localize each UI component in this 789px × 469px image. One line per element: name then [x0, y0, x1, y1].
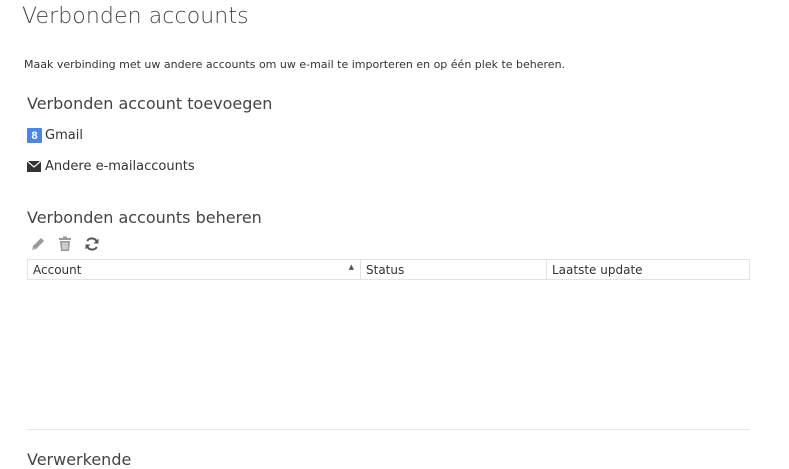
trash-icon[interactable]: [56, 235, 73, 252]
page-description: Maak verbinding met uw andere accounts o…: [24, 58, 566, 71]
other-email-label: Andere e-mailaccounts: [45, 159, 195, 174]
manage-accounts-heading: Verbonden accounts beheren: [27, 208, 262, 227]
column-header-status[interactable]: Status: [360, 260, 546, 279]
column-header-account[interactable]: Account ▲: [28, 260, 360, 279]
accounts-toolbar: [29, 235, 100, 252]
envelope-icon: [27, 161, 41, 172]
page-title: Verbonden accounts: [22, 4, 249, 29]
gmail-label: Gmail: [45, 128, 83, 143]
connected-accounts-table: Account ▲ Status Laatste update: [27, 259, 750, 280]
gmail-link[interactable]: 8 Gmail: [27, 128, 83, 143]
other-email-accounts-link[interactable]: Andere e-mailaccounts: [27, 159, 195, 174]
add-account-heading: Verbonden account toevoegen: [27, 94, 273, 113]
section-divider: [27, 429, 750, 430]
pencil-icon[interactable]: [29, 235, 46, 252]
sort-ascending-icon: ▲: [348, 263, 354, 271]
column-header-last-update[interactable]: Laatste update: [546, 260, 749, 279]
next-section-heading: Verwerkende: [27, 450, 132, 469]
refresh-icon[interactable]: [83, 235, 100, 252]
google-icon: 8: [27, 128, 42, 143]
